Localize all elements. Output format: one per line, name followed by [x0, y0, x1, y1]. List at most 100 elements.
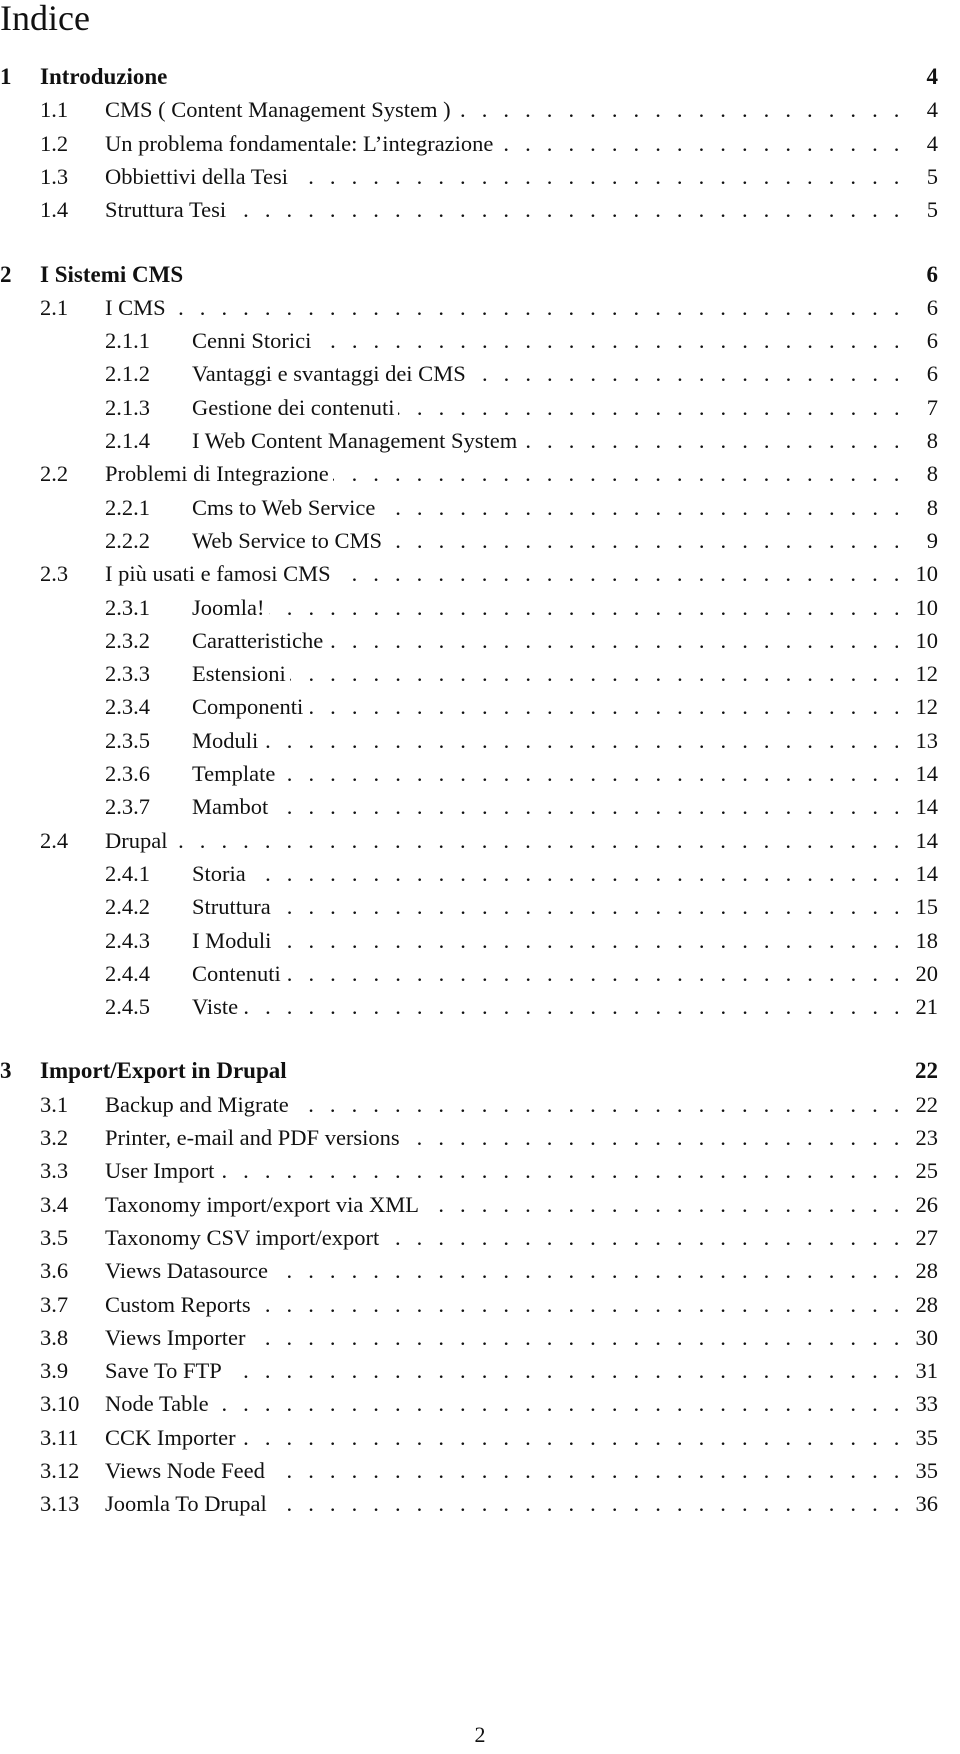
toc-entry-title[interactable]: Estensioni — [192, 659, 290, 690]
toc-entry-title[interactable]: Viste — [192, 992, 243, 1023]
toc-subsection-entry[interactable]: 2.4.4 Contenuti..........................… — [0, 958, 960, 989]
toc-subsection-entry[interactable]: 2.4.3 I Moduli...........................… — [0, 925, 960, 956]
toc-entry-title[interactable]: Drupal — [105, 825, 172, 856]
toc-entry-title[interactable]: I più usati e famosi CMS — [105, 559, 335, 590]
toc-entry-page-number: 35 — [915, 1458, 939, 1483]
toc-entry-title[interactable]: Printer, e-mail and PDF versions — [105, 1123, 404, 1153]
toc-subsection-entry[interactable]: 2.3.7 Mambot.............................… — [0, 792, 960, 823]
toc-entry-title[interactable]: Mambot — [192, 792, 273, 823]
toc-entry-title[interactable]: Obbiettivi della Tesi — [105, 161, 292, 192]
toc-entry-title[interactable]: Cenni Storici — [192, 326, 316, 357]
toc-subsection-entry[interactable]: 2.3.6 Template...........................… — [0, 759, 960, 789]
toc-entry-title[interactable]: Contenuti — [192, 958, 285, 989]
toc-section-entry[interactable]: 2.4 Drupal...............................… — [0, 825, 960, 856]
toc-entry-title[interactable]: Taxonomy import/export via XML — [105, 1189, 424, 1220]
toc-entry-title[interactable]: I Sistemi CMS — [40, 259, 188, 290]
toc-entry-page-number: 25 — [915, 1158, 939, 1184]
toc-subsection-entry[interactable]: 2.4.5 Viste..............................… — [0, 992, 960, 1023]
toc-entry-page-number: 21 — [915, 994, 939, 1020]
toc-entry-title[interactable]: Moduli — [192, 725, 263, 756]
toc-subsection-entry[interactable]: 2.3.4 Componenti.........................… — [0, 692, 960, 723]
toc-section-entry[interactable]: 3.11 CCK Importer........................… — [0, 1422, 960, 1453]
toc-section-entry[interactable]: 1.4 Struttura Tesi.......................… — [0, 195, 960, 226]
toc-section-entry[interactable]: 3.13 Joomla To Drupal....................… — [0, 1489, 960, 1520]
toc-entry-number: 2.3.6 — [105, 761, 150, 786]
toc-entry-title[interactable]: I Web Content Management System — [192, 426, 522, 456]
toc-entry-title[interactable]: Template — [192, 759, 280, 789]
toc-section-entry[interactable]: 3.10 Node Table..........................… — [0, 1389, 960, 1420]
toc-subsection-entry[interactable]: 2.2.2 Web Service to CMS.................… — [0, 525, 960, 556]
toc-entry-title[interactable]: I CMS — [105, 292, 170, 323]
toc-entry-title[interactable]: Problemi di Integrazione — [105, 459, 333, 490]
toc-entry-number: 1 — [0, 64, 12, 89]
toc-entry-title[interactable]: Web Service to CMS — [192, 525, 387, 556]
toc-entry-title[interactable]: User Import — [105, 1156, 219, 1187]
toc-subsection-entry[interactable]: 2.1.2 Vantaggi e svantaggi dei CMS.......… — [0, 359, 960, 390]
toc-entry-page-number: 6 — [926, 261, 939, 287]
toc-entry-title[interactable]: Save To FTP — [105, 1356, 226, 1387]
toc-entry-title[interactable]: Caratteristiche — [192, 625, 328, 656]
toc-section-entry[interactable]: 3.5 Taxonomy CSV import/export...........… — [0, 1222, 960, 1253]
toc-subsection-entry[interactable]: 2.1.3 Gestione dei contenuti.............… — [0, 392, 960, 423]
toc-subsection-entry[interactable]: 2.2.1 Cms to Web Service.................… — [0, 492, 960, 523]
toc-subsection-entry[interactable]: 2.1.4 I Web Content Management System....… — [0, 426, 960, 456]
toc-entry-number: 2.3 — [40, 561, 69, 587]
toc-entry-title[interactable]: Componenti — [192, 692, 308, 723]
toc-entry-page-number: 9 — [926, 527, 938, 553]
toc-entry-number: 2.4.3 — [105, 927, 150, 953]
toc-subsection-entry[interactable]: 2.3.1 Joomla!............................… — [0, 592, 960, 623]
toc-entry-title[interactable]: Vantaggi e svantaggi dei CMS — [192, 359, 470, 390]
toc-entry-number: 2.4.2 — [105, 894, 150, 920]
toc-entry-title[interactable]: Backup and Migrate — [105, 1089, 293, 1120]
toc-entry-title[interactable]: Taxonomy CSV import/export — [105, 1222, 384, 1253]
toc-subsection-entry[interactable]: 2.4.1 Storia.............................… — [0, 858, 960, 889]
toc-section-entry[interactable]: 2.2 Problemi di Integrazione.............… — [0, 459, 960, 490]
toc-subsection-entry[interactable]: 2.3.3 Estensioni.........................… — [0, 659, 960, 690]
toc-entry-title[interactable]: Un problema fondamentale: L’integrazione — [105, 128, 498, 159]
dot-leader: ........................................ — [200, 927, 898, 953]
toc-section-entry[interactable]: 3.7 Custom Reports.......................… — [0, 1289, 960, 1320]
toc-subsection-entry[interactable]: 2.4.2 Struttura..........................… — [0, 892, 960, 923]
toc-entry-title[interactable]: I Moduli — [192, 925, 276, 956]
toc-section-entry[interactable]: 2.3 I più usati e famosi CMS.............… — [0, 559, 960, 590]
toc-entry-title[interactable]: Import/Export in Drupal — [40, 1056, 291, 1087]
toc-subsection-entry[interactable]: 2.3.2 Caratteristiche....................… — [0, 625, 960, 656]
toc-section-entry[interactable]: 3.6 Views Datasource.....................… — [0, 1256, 960, 1287]
toc-entry-title[interactable]: Joomla To Drupal — [105, 1489, 271, 1520]
toc-chapter-entry[interactable]: 3 Import/Export in Drupal 22 — [0, 1056, 960, 1087]
toc-section-entry[interactable]: 1.2 Un problema fondamentale: L’integrazi… — [0, 128, 960, 159]
toc-entry-title[interactable]: Views Importer — [105, 1322, 250, 1353]
toc-entry-title[interactable]: Struttura — [192, 892, 275, 923]
toc-entry-number: 1.3 — [40, 163, 69, 189]
toc-entry-title[interactable]: CCK Importer — [105, 1422, 240, 1453]
toc-entry-title[interactable]: Custom Reports — [105, 1289, 255, 1320]
toc-entry-title[interactable]: Storia — [192, 858, 250, 889]
toc-section-entry[interactable]: 3.2 Printer, e-mail and PDF versions.....… — [0, 1123, 960, 1153]
toc-entry-title[interactable]: Cms to Web Service — [192, 492, 380, 523]
toc-entry-title[interactable]: Views Datasource — [105, 1256, 272, 1287]
toc-chapter-entry[interactable]: 1 Introduzione 4 — [0, 62, 960, 92]
toc-entry-title[interactable]: Views Node Feed — [105, 1456, 269, 1486]
dot-leader: ........................................ — [200, 894, 898, 920]
toc-section-entry[interactable]: 2.1 I CMS................................… — [0, 292, 960, 323]
toc-chapter-entry[interactable]: 2 I Sistemi CMS 6 — [0, 259, 960, 290]
toc-section-entry[interactable]: 3.1 Backup and Migrate...................… — [0, 1089, 960, 1120]
toc-entry-title[interactable]: Node Table — [105, 1389, 213, 1420]
toc-entry-number: 3.8 — [40, 1324, 69, 1350]
toc-section-entry[interactable]: 3.9 Save To FTP..........................… — [0, 1356, 960, 1387]
toc-section-entry[interactable]: 3.3 User Import..........................… — [0, 1156, 960, 1187]
toc-entry-title[interactable]: Gestione dei contenuti — [192, 392, 399, 423]
toc-subsection-entry[interactable]: 2.1.1 Cenni Storici......................… — [0, 326, 960, 357]
toc-subsection-entry[interactable]: 2.3.5 Moduli.............................… — [0, 725, 960, 756]
toc-entry-title[interactable]: Struttura Tesi — [105, 195, 231, 226]
toc-section-entry[interactable]: 1.3 Obbiettivi della Tesi................… — [0, 161, 960, 192]
toc-section-entry[interactable]: 3.8 Views Importer.......................… — [0, 1322, 960, 1353]
toc-entry-title[interactable]: Introduzione — [40, 62, 172, 92]
toc-section-entry[interactable]: 3.12 Views Node Feed.....................… — [0, 1456, 960, 1486]
toc-section-entry[interactable]: 3.4 Taxonomy import/export via XML.......… — [0, 1189, 960, 1220]
toc-entry-title[interactable]: Joomla! — [192, 592, 269, 623]
toc-section-entry[interactable]: 1.1 CMS ( Content Management System )....… — [0, 95, 960, 126]
toc-entry-page-number: 33 — [915, 1391, 939, 1417]
toc-entry-page-number: 15 — [915, 894, 939, 920]
toc-entry-title[interactable]: CMS ( Content Management System ) — [105, 95, 455, 126]
